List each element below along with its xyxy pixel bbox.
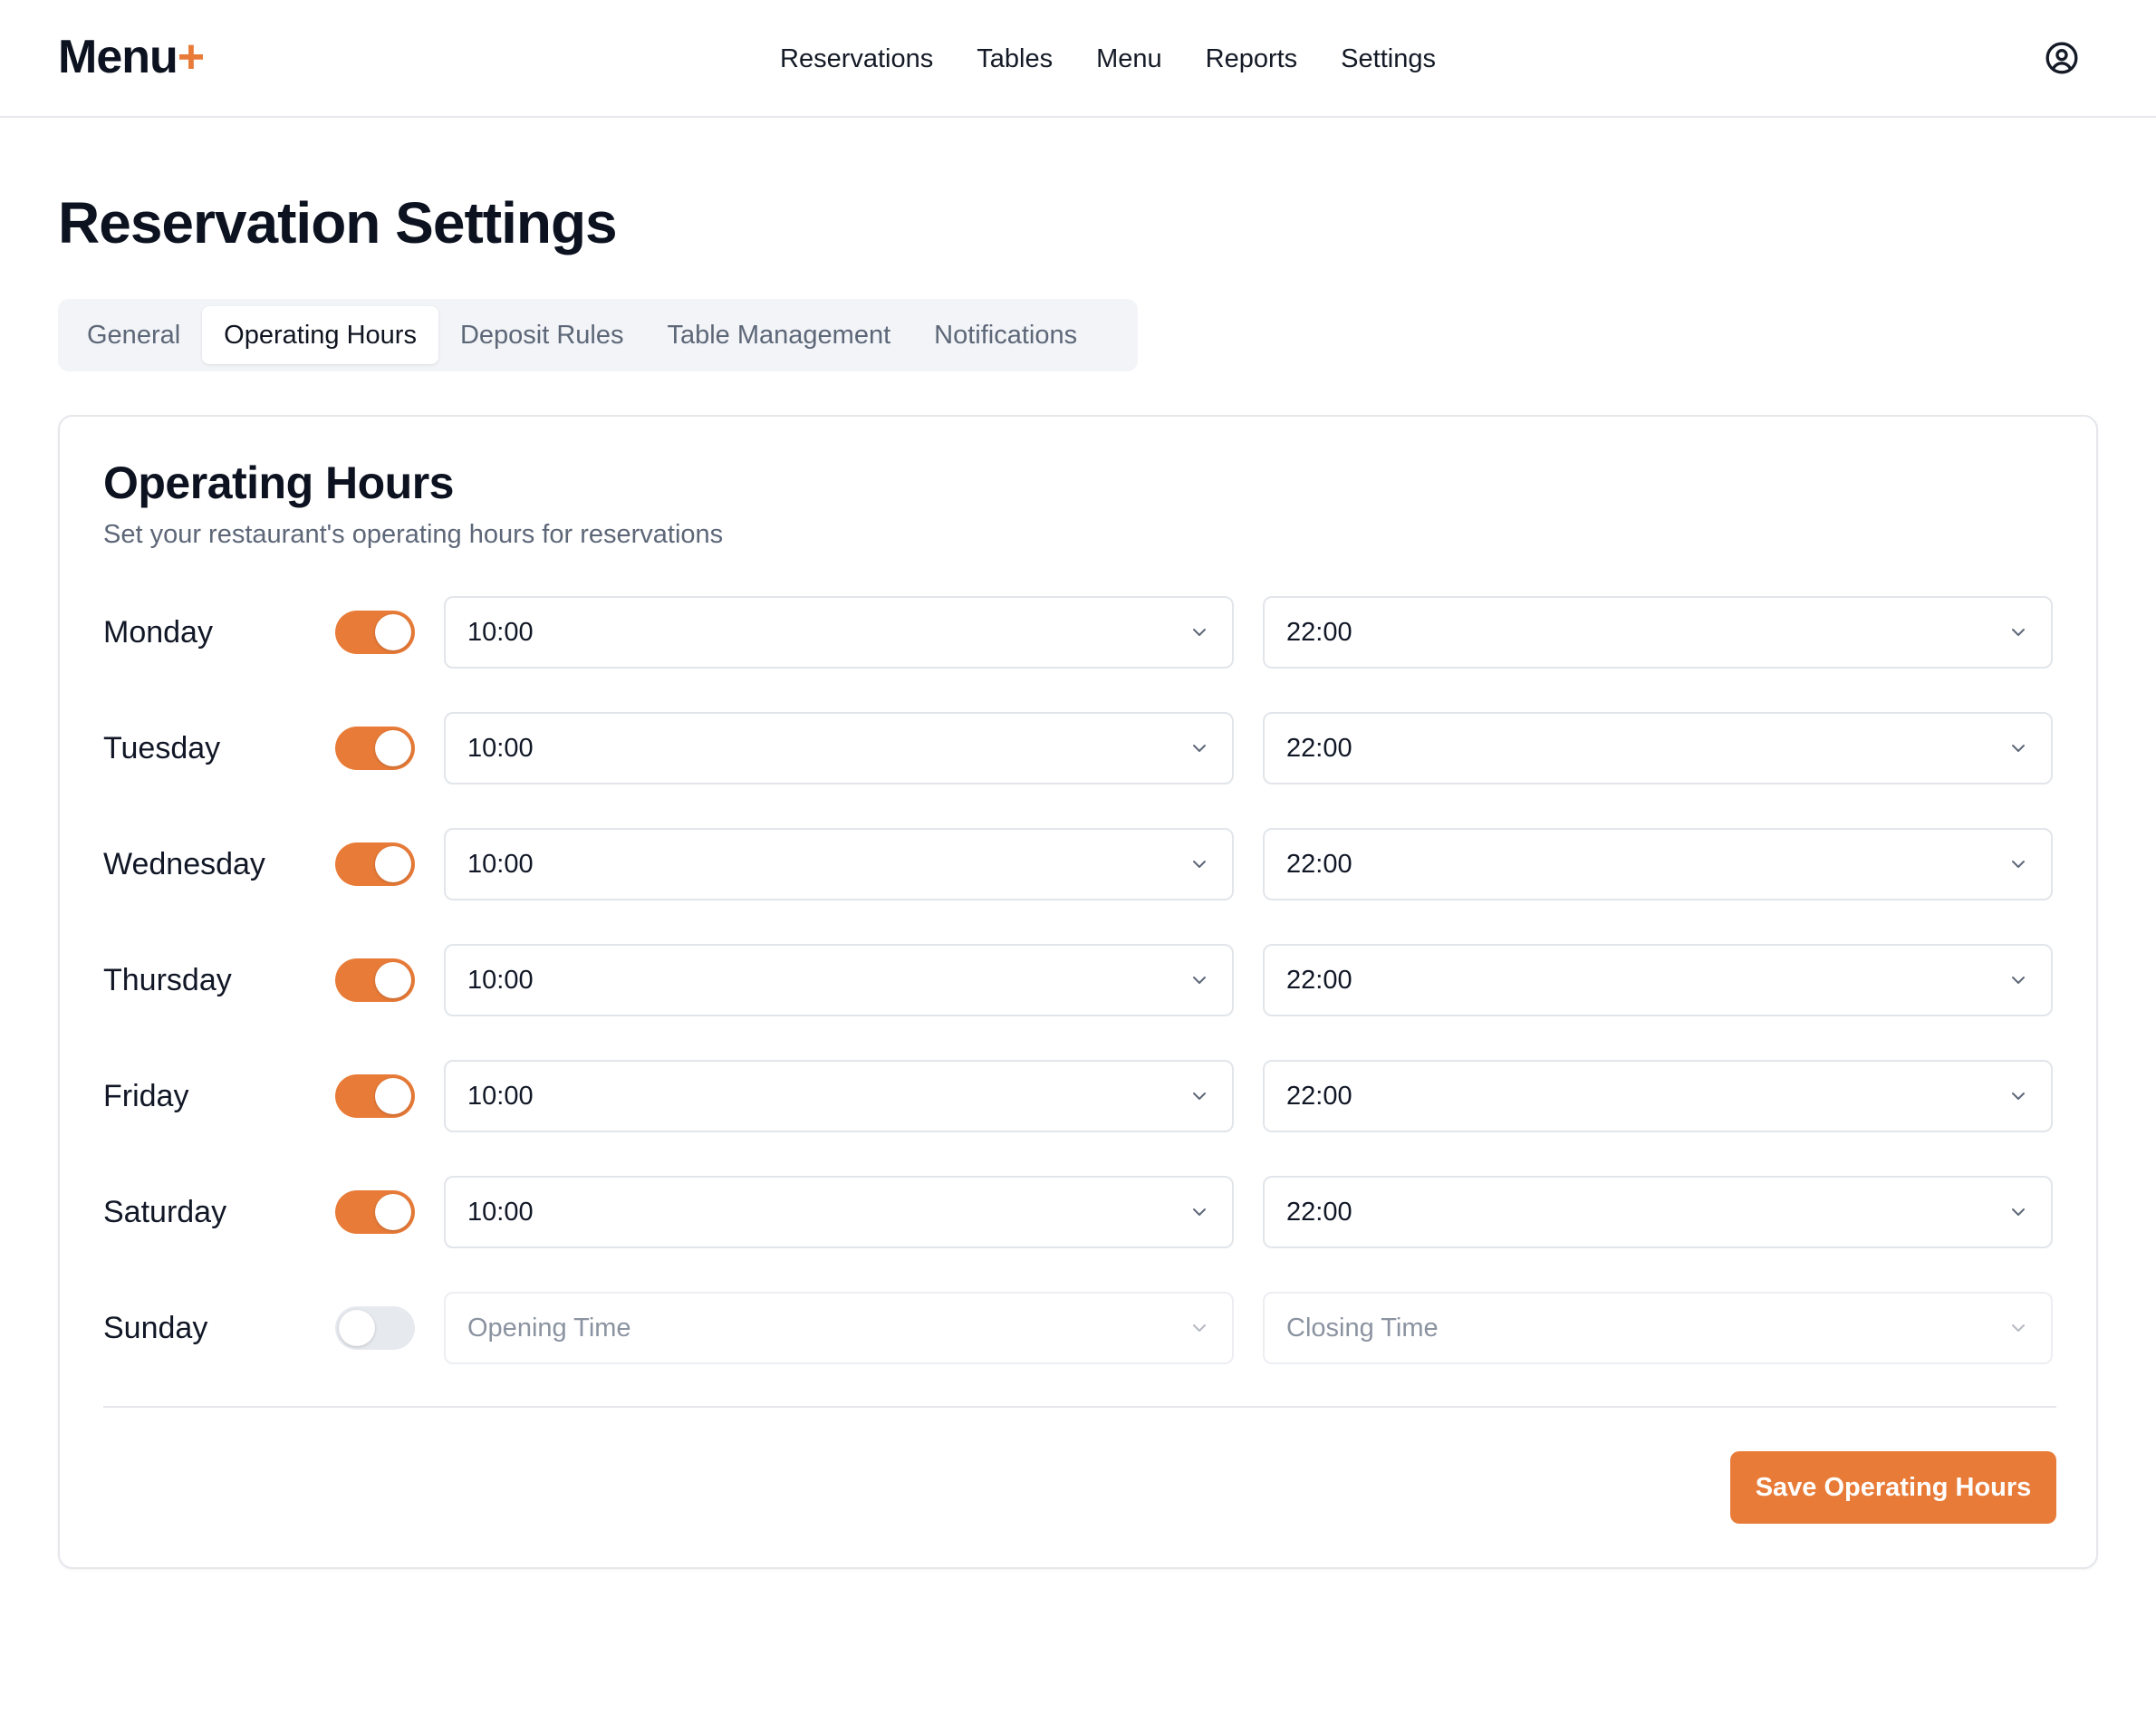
toggle-knob — [375, 1078, 411, 1114]
closing-time-select[interactable]: 22:00 — [1263, 1176, 2053, 1248]
day-enabled-toggle[interactable] — [335, 842, 415, 886]
day-label: Thursday — [103, 963, 232, 997]
chevron-down-icon — [2012, 977, 2025, 984]
tab-notifications[interactable]: Notifications — [912, 306, 1099, 364]
opening-time-value: 10:00 — [467, 1198, 534, 1227]
day-row-tuesday: Tuesday 10:00 22:00 — [103, 712, 2056, 784]
day-label: Friday — [103, 1079, 189, 1113]
day-row-wednesday: Wednesday 10:00 22:00 — [103, 828, 2056, 900]
opening-time-select[interactable]: 10:00 — [444, 1060, 1234, 1132]
day-enabled-toggle[interactable] — [335, 727, 415, 770]
day-row-monday: Monday 10:00 22:00 — [103, 596, 2056, 669]
closing-time-value: 22:00 — [1286, 850, 1352, 879]
closing-time-value: 22:00 — [1286, 1198, 1352, 1227]
closing-time-select[interactable]: 22:00 — [1263, 596, 2053, 669]
chevron-down-icon — [2012, 745, 2025, 752]
chevron-down-icon — [2012, 861, 2025, 868]
closing-time-select[interactable]: 22:00 — [1263, 712, 2053, 784]
opening-time-select[interactable]: 10:00 — [444, 596, 1234, 669]
top-navbar: Menu+ Reservations Tables Menu Reports S… — [0, 0, 2156, 118]
toggle-knob — [375, 846, 411, 882]
nav-reservations[interactable]: Reservations — [780, 44, 933, 74]
day-row-sunday: Sunday Opening Time Closing Time — [103, 1292, 2056, 1364]
toggle-knob — [375, 614, 411, 650]
opening-time-value: 10:00 — [467, 734, 534, 763]
tab-table-management[interactable]: Table Management — [645, 306, 912, 364]
operating-hours-card: Operating Hours Set your restaurant's op… — [58, 415, 2098, 1569]
opening-time-select[interactable]: 10:00 — [444, 712, 1234, 784]
opening-time-value: 10:00 — [467, 1082, 534, 1111]
day-row-saturday: Saturday 10:00 22:00 — [103, 1176, 2056, 1248]
chevron-down-icon — [1193, 1208, 1206, 1216]
tab-general[interactable]: General — [65, 306, 202, 364]
day-enabled-toggle[interactable] — [335, 1306, 415, 1350]
opening-time-select[interactable]: 10:00 — [444, 944, 1234, 1016]
logo-accent: + — [177, 31, 205, 83]
nav-reports[interactable]: Reports — [1206, 44, 1298, 74]
day-label: Saturday — [103, 1195, 227, 1229]
day-label: Sunday — [103, 1311, 208, 1345]
user-circle-icon — [2045, 42, 2078, 74]
settings-tabs: General Operating Hours Deposit Rules Ta… — [58, 299, 1138, 371]
tab-operating-hours[interactable]: Operating Hours — [202, 306, 438, 364]
chevron-down-icon — [1193, 1324, 1206, 1332]
tab-deposit-rules[interactable]: Deposit Rules — [438, 306, 646, 364]
chevron-down-icon — [1193, 1093, 1206, 1100]
day-label: Tuesday — [103, 731, 221, 765]
opening-time-select[interactable]: 10:00 — [444, 828, 1234, 900]
app-logo[interactable]: Menu+ — [58, 27, 205, 87]
chevron-down-icon — [1193, 745, 1206, 752]
toggle-knob — [375, 730, 411, 766]
closing-time-select[interactable]: 22:00 — [1263, 828, 2053, 900]
closing-time-placeholder: Closing Time — [1286, 1314, 1439, 1343]
card-divider — [103, 1406, 2056, 1408]
main-nav: Reservations Tables Menu Reports Setting… — [780, 38, 1436, 80]
day-label: Wednesday — [103, 847, 265, 881]
card-title: Operating Hours — [103, 457, 454, 508]
chevron-down-icon — [1193, 977, 1206, 984]
opening-time-value: 10:00 — [467, 966, 534, 995]
nav-tables[interactable]: Tables — [977, 44, 1053, 74]
closing-time-select[interactable]: 22:00 — [1263, 1060, 2053, 1132]
nav-menu[interactable]: Menu — [1096, 44, 1162, 74]
logo-text: Menu — [58, 31, 178, 83]
nav-settings[interactable]: Settings — [1341, 44, 1436, 74]
day-enabled-toggle[interactable] — [335, 1190, 415, 1234]
day-row-thursday: Thursday 10:00 22:00 — [103, 944, 2056, 1016]
day-label: Monday — [103, 615, 213, 650]
opening-time-value: 10:00 — [467, 850, 534, 879]
closing-time-select: Closing Time — [1263, 1292, 2053, 1364]
day-enabled-toggle[interactable] — [335, 611, 415, 654]
page-title: Reservation Settings — [58, 190, 618, 255]
closing-time-value: 22:00 — [1286, 1082, 1352, 1111]
closing-time-value: 22:00 — [1286, 966, 1352, 995]
closing-time-value: 22:00 — [1286, 618, 1352, 647]
opening-time-select: Opening Time — [444, 1292, 1234, 1364]
toggle-knob — [375, 962, 411, 998]
day-row-friday: Friday 10:00 22:00 — [103, 1060, 2056, 1132]
chevron-down-icon — [1193, 861, 1206, 868]
closing-time-value: 22:00 — [1286, 734, 1352, 763]
chevron-down-icon — [2012, 1208, 2025, 1216]
toggle-knob — [375, 1194, 411, 1230]
card-subtitle: Set your restaurant's operating hours fo… — [103, 520, 724, 549]
user-menu-button[interactable] — [2044, 40, 2080, 76]
opening-time-value: 10:00 — [467, 618, 534, 647]
closing-time-select[interactable]: 22:00 — [1263, 944, 2053, 1016]
day-enabled-toggle[interactable] — [335, 1074, 415, 1118]
chevron-down-icon — [2012, 629, 2025, 636]
chevron-down-icon — [1193, 629, 1206, 636]
toggle-knob — [339, 1310, 375, 1346]
chevron-down-icon — [2012, 1324, 2025, 1332]
opening-time-placeholder: Opening Time — [467, 1314, 631, 1343]
chevron-down-icon — [2012, 1093, 2025, 1100]
save-operating-hours-button[interactable]: Save Operating Hours — [1730, 1451, 2056, 1524]
day-enabled-toggle[interactable] — [335, 958, 415, 1002]
opening-time-select[interactable]: 10:00 — [444, 1176, 1234, 1248]
